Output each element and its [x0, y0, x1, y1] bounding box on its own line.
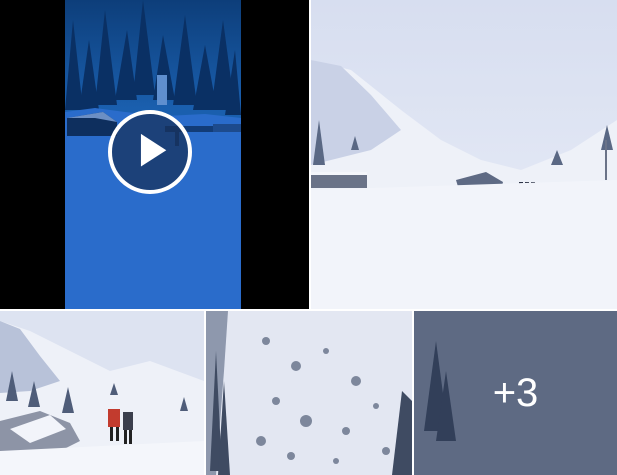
play-icon: [140, 133, 167, 167]
more-photos-tile[interactable]: +3: [414, 311, 617, 475]
play-button[interactable]: [108, 110, 192, 194]
photo-thumbnail[interactable]: [311, 0, 617, 309]
photo-thumbnail[interactable]: [206, 311, 412, 475]
video-thumbnail[interactable]: [0, 0, 309, 309]
more-count-label: +3: [492, 370, 539, 415]
photo-thumbnail[interactable]: [0, 311, 204, 475]
more-overlay: +3: [414, 311, 617, 475]
